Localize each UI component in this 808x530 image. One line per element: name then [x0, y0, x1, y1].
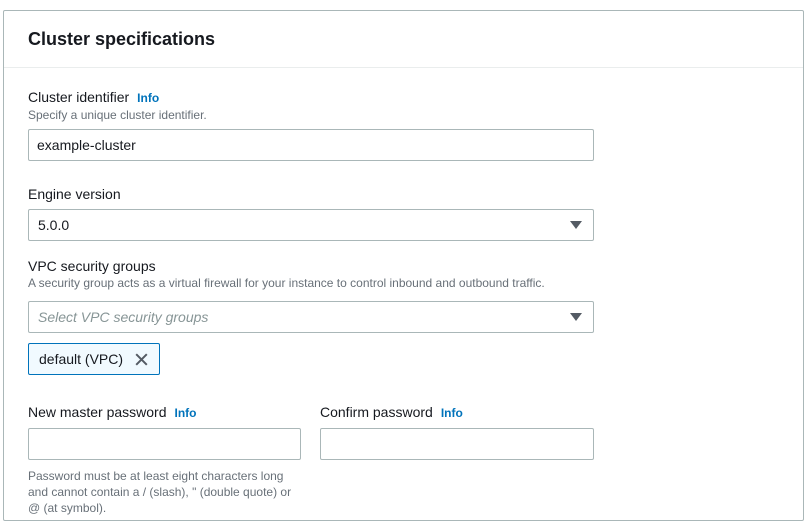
- card-body: Cluster identifier Info Specify a unique …: [4, 68, 803, 516]
- cluster-identifier-input[interactable]: [28, 129, 594, 161]
- vpc-token-label: default (VPC): [39, 351, 123, 367]
- close-icon[interactable]: [132, 350, 151, 369]
- new-master-password-field: New master password Info Password must be…: [28, 403, 301, 516]
- engine-version-label: Engine version: [28, 186, 121, 202]
- engine-version-select[interactable]: 5.0.0: [28, 209, 594, 241]
- section-title: Cluster specifications: [28, 27, 779, 51]
- confirm-password-info-link[interactable]: Info: [441, 406, 463, 420]
- password-fields-row: New master password Info Password must be…: [28, 403, 779, 516]
- password-constraint-line: Password must be at least eight characte…: [28, 468, 301, 484]
- cluster-identifier-label: Cluster identifier: [28, 89, 129, 105]
- confirm-password-field: Confirm password Info: [320, 403, 594, 516]
- vpc-security-groups-label: VPC security groups: [28, 258, 156, 274]
- engine-version-selected-value: 5.0.0: [38, 217, 69, 233]
- cluster-identifier-info-link[interactable]: Info: [137, 91, 159, 105]
- password-constraint-line: @ (at symbol).: [28, 500, 301, 516]
- chevron-down-icon: [570, 313, 582, 322]
- new-master-password-label: New master password: [28, 404, 167, 420]
- cluster-identifier-description: Specify a unique cluster identifier.: [28, 108, 779, 123]
- card-header: Cluster specifications: [4, 11, 803, 68]
- vpc-security-groups-description: A security group acts as a virtual firew…: [28, 276, 779, 291]
- new-master-password-info-link[interactable]: Info: [175, 406, 197, 420]
- password-constraint-line: and cannot contain a / (slash), " (doubl…: [28, 484, 301, 500]
- vpc-security-groups-field: VPC security groups A security group act…: [28, 257, 779, 375]
- vpc-token-row: default (VPC): [28, 343, 779, 375]
- chevron-down-icon: [570, 221, 582, 230]
- confirm-password-input[interactable]: [320, 428, 594, 460]
- new-master-password-input[interactable]: [28, 428, 301, 460]
- password-constraint-text: Password must be at least eight characte…: [28, 468, 301, 516]
- vpc-security-groups-select[interactable]: Select VPC security groups: [28, 301, 594, 333]
- vpc-security-groups-placeholder: Select VPC security groups: [38, 309, 208, 325]
- cluster-specifications-card: Cluster specifications Cluster identifie…: [3, 10, 804, 521]
- vpc-token-default: default (VPC): [28, 343, 160, 375]
- confirm-password-label: Confirm password: [320, 404, 433, 420]
- engine-version-field: Engine version 5.0.0: [28, 185, 779, 241]
- cluster-identifier-field: Cluster identifier Info Specify a unique …: [28, 88, 779, 161]
